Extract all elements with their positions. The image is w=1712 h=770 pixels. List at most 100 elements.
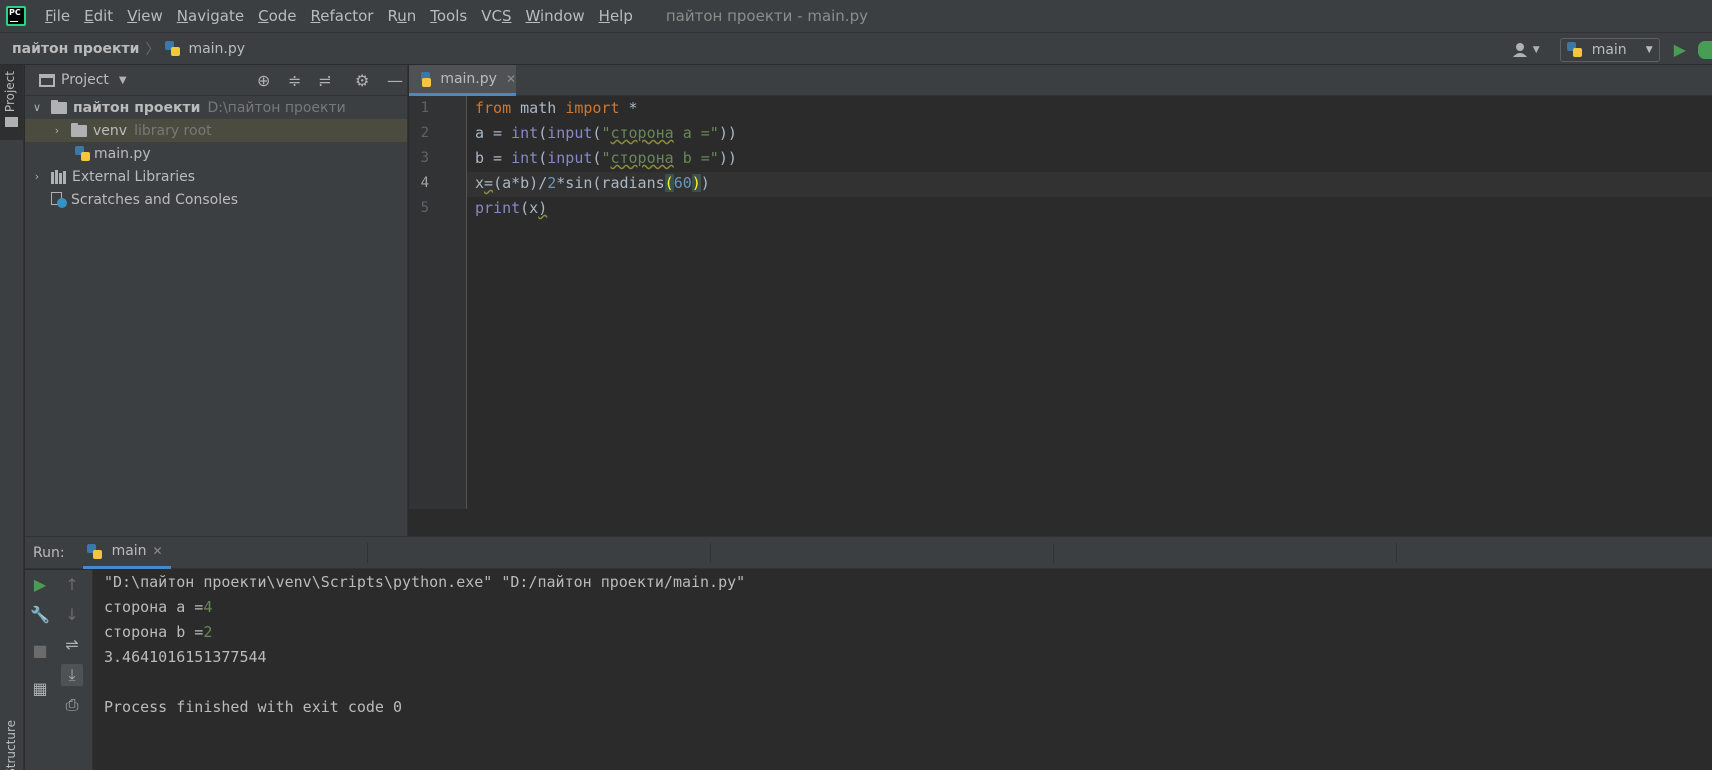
expand-all-icon[interactable]: ≑ bbox=[288, 71, 301, 90]
folder-icon bbox=[71, 122, 87, 137]
wrench-icon[interactable]: 🔧 bbox=[29, 604, 51, 626]
menu-view[interactable]: View bbox=[120, 7, 170, 25]
code-line-2: a = int(input("сторона a =")) bbox=[475, 124, 737, 142]
editor-bottom-strip bbox=[409, 509, 1712, 536]
tree-item-scratches[interactable]: Scratches and Consoles bbox=[25, 188, 407, 211]
menu-tools[interactable]: Tools bbox=[423, 7, 474, 25]
line-number: 2 bbox=[420, 125, 429, 141]
tree-venv-label: venv bbox=[93, 122, 128, 139]
chevron-down-icon: ▼ bbox=[1645, 44, 1653, 55]
console-result: 3.4641016151377544 bbox=[104, 648, 267, 666]
navigation-bar: пайтон проекти 〉 main.py ▼ main ▼ ▶ bbox=[0, 32, 1712, 65]
python-config-icon bbox=[1566, 42, 1582, 57]
project-panel-title[interactable]: Project bbox=[61, 72, 109, 88]
run-tab-main[interactable]: main ✕ bbox=[82, 537, 171, 569]
line-number: 1 bbox=[420, 100, 429, 116]
project-view-icon bbox=[39, 73, 55, 87]
python-run-icon bbox=[86, 543, 102, 559]
breadcrumb-project[interactable]: пайтон проекти bbox=[12, 41, 139, 57]
tree-external-libraries-label: External Libraries bbox=[72, 168, 195, 185]
menu-window[interactable]: Window bbox=[518, 7, 591, 25]
project-tool-button[interactable]: Project bbox=[0, 65, 23, 140]
line-number-current: 4 bbox=[420, 175, 429, 191]
soft-wrap-icon[interactable]: ⇌ bbox=[61, 634, 83, 656]
window-title: пайтон проекти - main.py bbox=[665, 7, 868, 25]
debug-icon[interactable] bbox=[1698, 40, 1712, 59]
arrow-up-icon[interactable]: ↑ bbox=[61, 574, 83, 596]
project-panel: Project ▼ ⊕ ≑ ≓ ⚙ — ∨ пайтон проекти D:\… bbox=[25, 65, 408, 536]
arrow-down-icon[interactable]: ↓ bbox=[61, 604, 83, 626]
tab-label: main.py bbox=[440, 71, 497, 87]
python-file-icon bbox=[75, 146, 90, 161]
pycharm-logo-icon: PC bbox=[6, 6, 26, 26]
chevron-right-icon[interactable]: › bbox=[29, 170, 45, 183]
locate-icon[interactable]: ⊕ bbox=[257, 71, 270, 90]
code-line-3: b = int(input("сторона b =")) bbox=[475, 149, 737, 167]
header-divider bbox=[367, 543, 368, 563]
editor-tab-bar: main.py ✕ bbox=[409, 65, 1712, 96]
line-number: 3 bbox=[420, 150, 429, 166]
code-editor[interactable]: 1 2 3 4 5 from math import * a = int(inp… bbox=[409, 96, 1712, 536]
nav-toolbar: ▼ main ▼ ▶ bbox=[1512, 33, 1712, 66]
python-file-icon bbox=[165, 41, 181, 56]
tree-item-main-py[interactable]: main.py bbox=[25, 142, 407, 165]
run-panel-header: Run: main ✕ bbox=[25, 537, 1712, 569]
left-tool-strip: Project Structure bbox=[0, 65, 24, 770]
console-prompt-b: сторона b =2 bbox=[104, 623, 213, 641]
run-toolbar: ▶ ↑ 🔧 ↓ ⇌ ■ ⤓ ▦ ⎙ bbox=[25, 570, 93, 770]
tree-item-external-libraries[interactable]: › External Libraries bbox=[25, 165, 407, 188]
tab-main-py[interactable]: main.py ✕ bbox=[409, 65, 516, 96]
hide-icon[interactable]: — bbox=[387, 71, 403, 90]
print-icon[interactable]: ⎙ bbox=[61, 694, 83, 716]
close-icon[interactable]: ✕ bbox=[153, 544, 163, 558]
logo-text: PC bbox=[8, 8, 24, 24]
account-icon[interactable]: ▼ bbox=[1512, 39, 1546, 61]
folder-icon bbox=[5, 117, 18, 127]
scratches-icon bbox=[51, 191, 67, 208]
run-tab-label: main bbox=[111, 543, 147, 559]
chevron-right-icon[interactable]: › bbox=[49, 124, 65, 137]
gear-icon[interactable]: ⚙ bbox=[355, 71, 369, 90]
menu-help[interactable]: Help bbox=[592, 7, 640, 25]
tree-item-project-root[interactable]: ∨ пайтон проекти D:\пайтон проекти bbox=[25, 96, 407, 119]
chevron-down-icon[interactable]: ▼ bbox=[119, 75, 127, 86]
header-divider bbox=[1053, 543, 1054, 563]
menu-code[interactable]: Code bbox=[251, 7, 303, 25]
run-panel-label: Run: bbox=[33, 544, 65, 561]
menu-refactor[interactable]: Refactor bbox=[304, 7, 381, 25]
run-icon[interactable]: ▶ bbox=[1674, 40, 1686, 59]
tree-venv-hint: library root bbox=[134, 122, 212, 139]
line-number: 5 bbox=[420, 200, 429, 216]
console-blank bbox=[104, 670, 745, 695]
menu-edit[interactable]: Edit bbox=[77, 7, 120, 25]
code-line-5: print(x) bbox=[475, 199, 548, 217]
project-tool-label: Project bbox=[3, 71, 17, 113]
layout-icon[interactable]: ▦ bbox=[29, 678, 51, 700]
rerun-icon[interactable]: ▶ bbox=[29, 574, 51, 596]
collapse-all-icon[interactable]: ≓ bbox=[318, 71, 331, 90]
stop-icon[interactable]: ■ bbox=[29, 640, 51, 662]
structure-tool-button[interactable]: Structure bbox=[4, 720, 18, 770]
menu-file[interactable]: File bbox=[38, 7, 77, 25]
console-output[interactable]: "D:\пайтон проекти\venv\Scripts\python.e… bbox=[104, 570, 745, 720]
tree-file-label: main.py bbox=[94, 145, 151, 162]
header-divider bbox=[710, 543, 711, 563]
menu-run[interactable]: Run bbox=[380, 7, 423, 25]
tree-item-venv[interactable]: › venv library root bbox=[25, 119, 407, 142]
project-tree: ∨ пайтон проекти D:\пайтон проекти › ven… bbox=[25, 96, 407, 211]
breadcrumb-file-label: main.py bbox=[188, 40, 246, 57]
menu-navigate[interactable]: Navigate bbox=[170, 7, 251, 25]
close-icon[interactable]: ✕ bbox=[506, 72, 516, 86]
breadcrumb-file[interactable]: main.py bbox=[165, 41, 245, 57]
run-panel: Run: main ✕ ▶ ↑ 🔧 ↓ ⇌ ■ ⤓ ▦ ⎙ "D:\пайтон… bbox=[25, 536, 1712, 770]
run-configuration-selector[interactable]: main ▼ bbox=[1559, 37, 1660, 62]
chevron-down-icon[interactable]: ∨ bbox=[29, 101, 45, 114]
menu-bar: PC File Edit View Navigate Code Refactor… bbox=[0, 0, 1712, 32]
breadcrumb-separator: 〉 bbox=[145, 41, 160, 58]
python-file-icon bbox=[421, 71, 432, 87]
run-config-label: main bbox=[1591, 41, 1627, 58]
menu-vcs[interactable]: VCS bbox=[474, 7, 518, 25]
code-line-1: from math import * bbox=[475, 99, 638, 117]
scroll-to-end-icon[interactable]: ⤓ bbox=[61, 664, 83, 686]
console-finished: Process finished with exit code 0 bbox=[104, 698, 403, 716]
